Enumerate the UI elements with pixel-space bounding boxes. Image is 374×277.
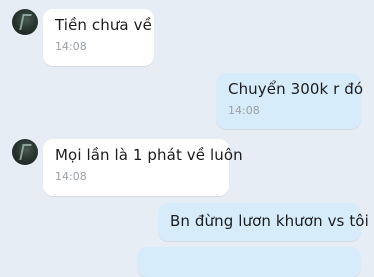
contact-avatar[interactable] [12,139,38,165]
message-bubble-outgoing[interactable]: Chuyển 300k r đó 14:08 [216,73,364,129]
message-bubble-outgoing[interactable] [137,247,361,277]
message-bubble-incoming[interactable]: Mọi lần là 1 phát về luôn 14:08 [43,139,243,196]
message-bubble-incoming[interactable]: Tiền chưa về 14:08 [43,9,154,66]
avatar-image [19,14,32,30]
contact-avatar[interactable] [12,9,38,35]
avatar-image [19,144,32,160]
message-timestamp: 14:08 [228,104,260,117]
message-timestamp: 14:08 [55,40,87,53]
message-bubble-outgoing[interactable]: Bn đừng lươn khươn vs tôi [158,203,369,241]
message-text: Bn đừng lươn khươn vs tôi [170,212,369,230]
message-timestamp: 14:08 [55,170,87,183]
message-text: Chuyển 300k r đó [228,80,364,98]
message-text: Mọi lần là 1 phát về luôn [55,146,243,164]
message-text: Tiền chưa về [55,16,152,34]
